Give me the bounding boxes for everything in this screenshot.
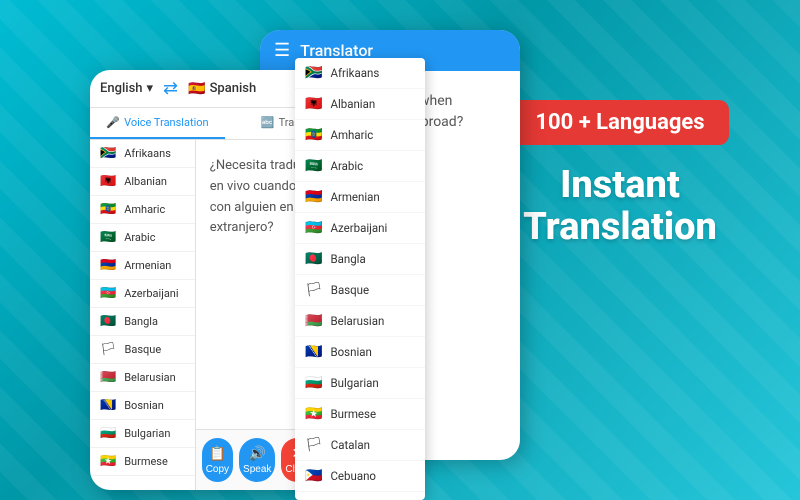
speak-button[interactable]: 🔊 Speak <box>239 438 275 482</box>
language-dropdown[interactable]: 🇿🇦Afrikaans🇦🇱Albanian🇪🇹Amharic🇸🇦Arabic🇦🇲… <box>295 58 425 500</box>
dropdown-item[interactable]: 🇸🇦Arabic <box>295 151 425 182</box>
instant-translation-title: Instant Translation <box>480 165 760 249</box>
list-item[interactable]: 🇧🇩Bangla <box>90 308 195 336</box>
dropdown-item[interactable]: 🇧🇬Bulgarian <box>295 368 425 399</box>
list-item[interactable]: 🇦🇱Albanian <box>90 168 195 196</box>
dropdown-item[interactable]: 🇪🇹Amharic <box>295 120 425 151</box>
dropdown-item[interactable]: 🇦🇱Albanian <box>295 89 425 120</box>
translate-icon: 🔤 <box>261 116 275 129</box>
list-item[interactable]: 🇲🇲Burmese <box>90 448 195 476</box>
copy-button[interactable]: 📋 Copy <box>202 438 233 482</box>
right-panel: 100 + Languages Instant Translation <box>480 100 760 249</box>
dropdown-item[interactable]: 🇲🇲Burmese <box>295 399 425 430</box>
dropdown-item[interactable]: 🏳Catalan <box>295 430 425 461</box>
languages-badge: 100 + Languages <box>511 100 728 145</box>
dropdown-arrow-icon: ▾ <box>147 81 154 96</box>
dropdown-item[interactable]: 🇵🇭Cebuano <box>295 461 425 492</box>
list-item[interactable]: 🇿🇦Afrikaans <box>90 140 195 168</box>
dropdown-item[interactable]: 🇧🇾Belarusian <box>295 306 425 337</box>
list-item[interactable]: 🇦🇿Azerbaijani <box>90 280 195 308</box>
dropdown-item[interactable]: 🇧🇩Bangla <box>295 244 425 275</box>
to-language-selector[interactable]: 🇪🇸 Spanish <box>188 81 256 97</box>
dropdown-item[interactable]: 🇧🇦Bosnian <box>295 337 425 368</box>
list-item[interactable]: 🇪🇹Amharic <box>90 196 195 224</box>
speak-icon: 🔊 <box>249 445 266 462</box>
from-language-label: English <box>100 81 143 96</box>
mic-icon: 🎤 <box>106 116 120 129</box>
list-item[interactable]: 🇦🇲Armenian <box>90 252 195 280</box>
list-item[interactable]: 🇧🇬Bulgarian <box>90 420 195 448</box>
list-item[interactable]: 🇸🇦Arabic <box>90 224 195 252</box>
list-item[interactable]: 🏳Basque <box>90 336 195 364</box>
left-language-panel: 🇿🇦Afrikaans🇦🇱Albanian🇪🇹Amharic🇸🇦Arabic🇦🇲… <box>90 140 196 490</box>
from-language-selector[interactable]: English ▾ <box>100 81 153 96</box>
copy-icon: 📋 <box>209 445 226 462</box>
list-item[interactable]: 🇧🇾Belarusian <box>90 364 195 392</box>
menu-icon[interactable]: ☰ <box>274 40 290 61</box>
dropdown-item[interactable]: 🇦🇿Azerbaijani <box>295 213 425 244</box>
dropdown-item[interactable]: 🇭🇷Croatian <box>295 492 425 500</box>
tab-voice-translation[interactable]: 🎤 Voice Translation <box>90 108 225 139</box>
list-item[interactable]: 🇧🇦Bosnian <box>90 392 195 420</box>
dropdown-item[interactable]: 🇦🇲Armenian <box>295 182 425 213</box>
to-language-label: Spanish <box>210 81 257 96</box>
dropdown-item[interactable]: 🏳Basque <box>295 275 425 306</box>
swap-languages-icon[interactable]: ⇄ <box>159 78 182 99</box>
dropdown-item[interactable]: 🇿🇦Afrikaans <box>295 58 425 89</box>
